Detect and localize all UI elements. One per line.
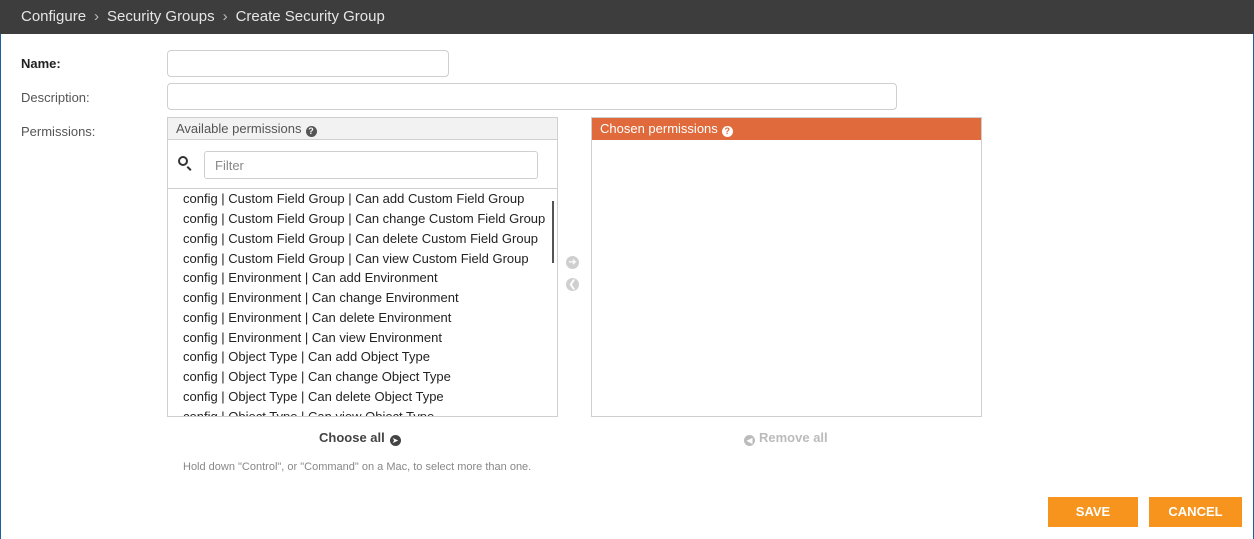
breadcrumb-separator: › [222,8,228,25]
name-input[interactable] [167,50,449,77]
list-scrollbar[interactable] [552,201,554,263]
choose-arrow-icon[interactable]: ➜ [566,256,579,269]
list-item[interactable]: config | Custom Field Group | Can change… [183,209,545,229]
header-bar: Configure › Security Groups › Create Securit… [0,0,1254,34]
remove-all-label: Remove all [759,430,828,445]
list-item[interactable]: config | Environment | Can add Environme… [183,268,438,288]
breadcrumb-separator: › [94,8,100,25]
list-item[interactable]: config | Object Type | Can add Object Ty… [183,347,430,367]
search-icon [178,156,188,166]
chosen-permissions-title: Chosen permissions? [592,118,981,140]
arrow-right-circle-icon: ➤ [389,435,401,446]
list-item[interactable]: config | Environment | Can view Environm… [183,328,442,348]
chosen-permissions-panel: Chosen permissions? [591,117,982,417]
available-permissions-title: Available permissions? [168,118,557,140]
available-permissions-list[interactable]: config | Custom Field Group | Can add Cu… [168,189,557,416]
arrow-left-circle-icon: ◀ [744,435,755,446]
description-label: Description: [21,90,90,105]
available-permissions-panel: Available permissions? config | Custom F… [167,117,558,417]
name-label: Name: [21,56,61,71]
save-button[interactable]: SAVE [1048,497,1138,527]
remove-arrow-icon[interactable]: ❮ [566,278,579,291]
list-item[interactable]: config | Custom Field Group | Can delete… [183,229,538,249]
list-item[interactable]: config | Environment | Can change Enviro… [183,288,459,308]
filter-row [168,142,557,189]
description-input[interactable] [167,83,897,110]
cancel-button[interactable]: CANCEL [1149,497,1242,527]
choose-all-label: Choose all [319,430,385,445]
list-item[interactable]: config | Environment | Can delete Enviro… [183,308,451,328]
list-item[interactable]: config | Object Type | Can change Object… [183,367,451,387]
choose-all-link[interactable]: Choose all ➤ [319,430,401,446]
remove-all-link[interactable]: ◀ Remove all [744,430,828,446]
question-circle-icon[interactable]: ? [305,126,317,137]
help-text: Hold down "Control", or "Command" on a M… [183,461,532,473]
chosen-permissions-title-text: Chosen permissions [600,121,718,136]
permissions-label: Permissions: [21,124,96,139]
filter-input[interactable] [204,151,538,179]
list-item[interactable]: config | Custom Field Group | Can view C… [183,249,529,269]
chosen-permissions-list[interactable] [592,140,981,416]
list-item[interactable]: config | Object Type | Can view Object T… [183,407,434,416]
breadcrumb: Configure › Security Groups › Create Securit… [21,0,385,34]
available-permissions-title-text: Available permissions [176,121,302,136]
list-item[interactable]: config | Custom Field Group | Can add Cu… [183,189,524,209]
question-circle-icon[interactable]: ? [721,126,733,137]
breadcrumb-create-security-group: Create Security Group [235,8,385,25]
breadcrumb-security-groups[interactable]: Security Groups [107,8,215,25]
list-item[interactable]: config | Object Type | Can delete Object… [183,387,444,407]
breadcrumb-configure[interactable]: Configure [21,8,86,25]
